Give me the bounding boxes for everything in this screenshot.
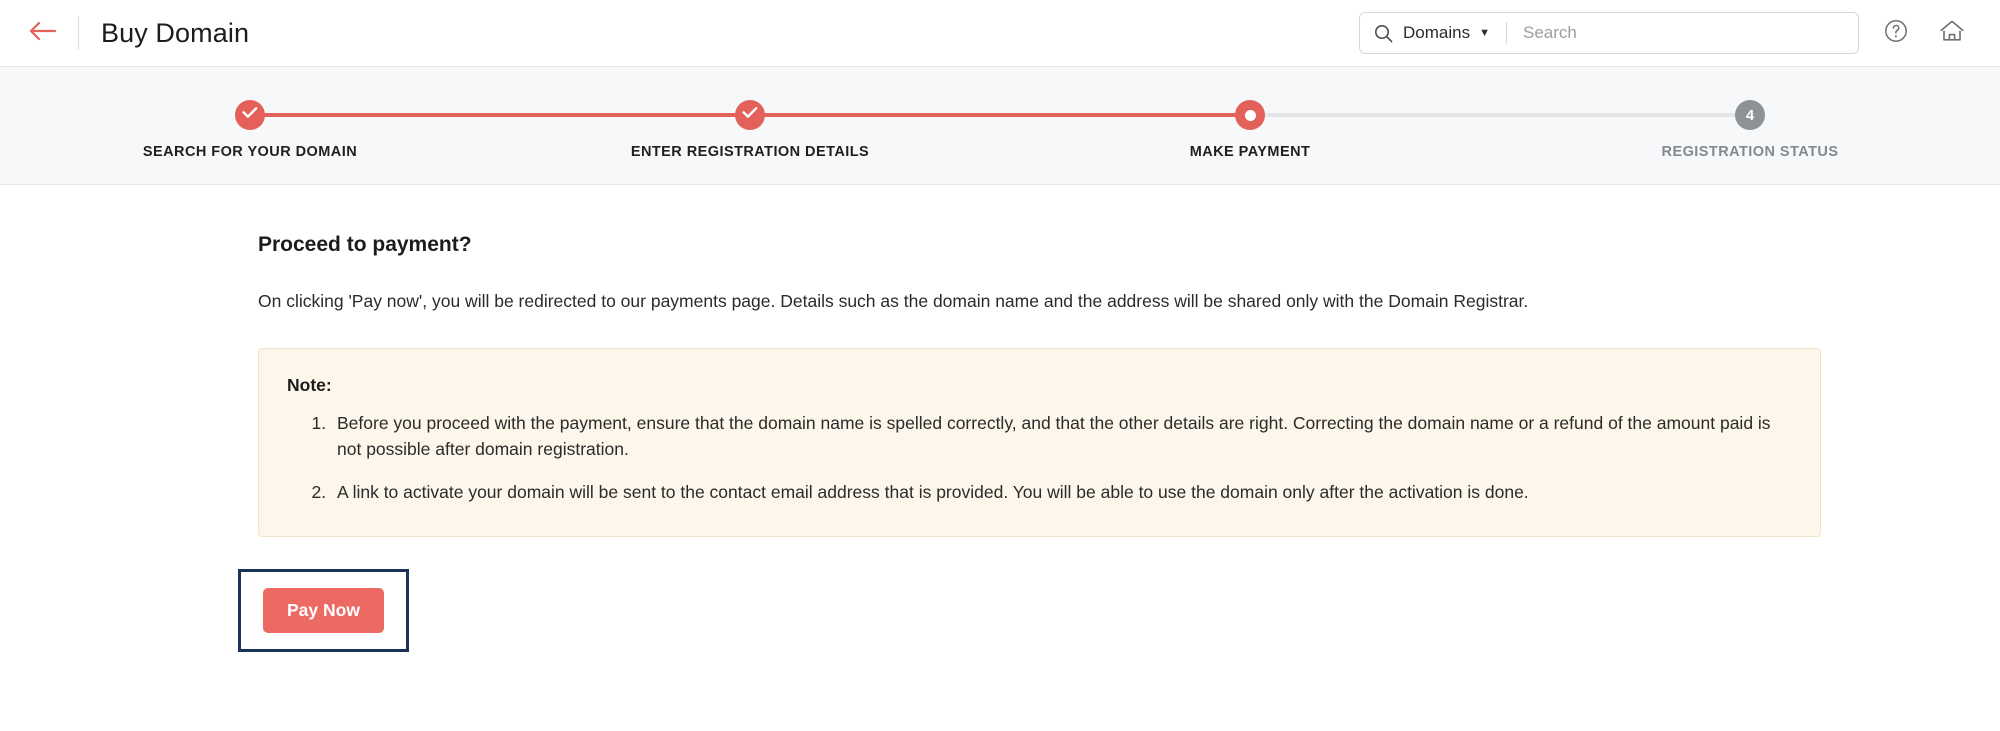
search-scope-divider (1505, 22, 1507, 44)
note-list-item: Before you proceed with the payment, ens… (331, 411, 1792, 463)
step-label-2: ENTER REGISTRATION DETAILS (630, 144, 870, 160)
search-input[interactable] (1522, 13, 1844, 53)
search-box[interactable]: Domains ▼ (1359, 12, 1859, 54)
step-marker-4: 4 (1735, 100, 1765, 130)
step-number-4: 4 (1745, 106, 1755, 124)
back-button[interactable] (22, 12, 64, 54)
top-bar-actions: Domains ▼ (1359, 9, 1976, 57)
lead-paragraph: On clicking 'Pay now', you will be redir… (258, 291, 1529, 311)
step-search-for-your-domain[interactable]: SEARCH FOR YOUR DOMAIN (0, 67, 500, 184)
search-scope-label[interactable]: Domains (1403, 23, 1470, 43)
current-step-dot-icon (1244, 109, 1256, 121)
note-box: Note: Before you proceed with the paymen… (258, 348, 1821, 537)
step-marker-2 (735, 100, 765, 130)
header-divider (78, 16, 79, 50)
check-icon (242, 106, 258, 124)
check-icon (742, 106, 758, 124)
note-title: Note: (287, 375, 332, 396)
step-label-3: MAKE PAYMENT (1189, 144, 1311, 160)
note-list-item: A link to activate your domain will be s… (331, 480, 1792, 506)
home-button[interactable] (1928, 9, 1976, 57)
help-button[interactable] (1872, 9, 1920, 57)
step-enter-registration-details[interactable]: ENTER REGISTRATION DETAILS (500, 67, 1000, 184)
step-label-4: REGISTRATION STATUS (1661, 144, 1839, 160)
help-circle-icon (1883, 18, 1909, 49)
note-list: Before you proceed with the payment, ens… (287, 411, 1792, 506)
chevron-down-icon[interactable]: ▼ (1479, 27, 1490, 39)
arrow-left-icon (29, 20, 57, 47)
home-icon (1938, 18, 1966, 49)
step-label-1: SEARCH FOR YOUR DOMAIN (142, 144, 358, 160)
step-make-payment[interactable]: MAKE PAYMENT (1000, 67, 1500, 184)
step-marker-3 (1235, 100, 1265, 130)
main-content: Proceed to payment? On clicking 'Pay now… (0, 185, 2000, 653)
search-icon (1374, 24, 1393, 43)
top-bar: Buy Domain Domains ▼ (0, 0, 2000, 67)
page-title: Buy Domain (101, 17, 250, 48)
step-registration-status[interactable]: 4 REGISTRATION STATUS (1500, 67, 2000, 184)
progress-stepper: SEARCH FOR YOUR DOMAIN ENTER REGISTRATIO… (0, 67, 2000, 185)
step-marker-1 (235, 100, 265, 130)
section-title: Proceed to payment? (258, 233, 472, 256)
pay-now-button[interactable]: Pay Now (263, 587, 384, 634)
pay-now-focus-ring: Pay Now (238, 568, 409, 653)
